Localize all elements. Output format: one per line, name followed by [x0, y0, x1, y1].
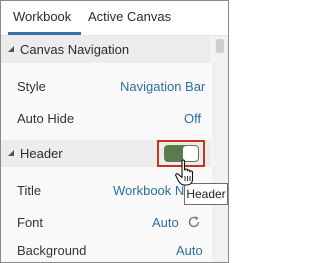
property-row-style: Style Navigation Bar [1, 73, 211, 101]
property-row-auto-hide: Auto Hide Off [1, 105, 211, 133]
tab-workbook[interactable]: Workbook [13, 9, 71, 24]
scrollbar[interactable] [212, 36, 228, 262]
caret-down-icon[interactable] [8, 150, 14, 156]
section-title: Header [20, 146, 63, 161]
property-row-background: Background Auto [1, 237, 211, 262]
property-label: Title [17, 183, 42, 198]
style-value[interactable]: Navigation Bar [120, 79, 205, 94]
background-value[interactable]: Auto [176, 243, 203, 258]
font-value[interactable]: Auto [152, 215, 179, 230]
property-label: Font [17, 215, 44, 230]
tab-active-canvas[interactable]: Active Canvas [88, 9, 171, 24]
property-label: Background [17, 243, 87, 258]
section-title: Canvas Navigation [20, 42, 130, 57]
property-label: Style [17, 79, 46, 94]
active-tab-indicator [8, 32, 81, 35]
refresh-icon[interactable] [187, 215, 201, 229]
caret-down-icon[interactable] [8, 46, 14, 52]
properties-panel: Workbook Active Canvas Canvas Navigation… [0, 0, 229, 263]
property-label: Auto Hide [17, 111, 75, 126]
hand-cursor-icon [175, 159, 194, 186]
scroll-thumb[interactable] [216, 39, 224, 53]
tab-bar: Workbook Active Canvas [1, 1, 228, 36]
section-canvas-navigation[interactable]: Canvas Navigation [1, 36, 211, 63]
property-row-font: Font Auto [1, 209, 211, 237]
auto-hide-value[interactable]: Off [184, 111, 201, 126]
